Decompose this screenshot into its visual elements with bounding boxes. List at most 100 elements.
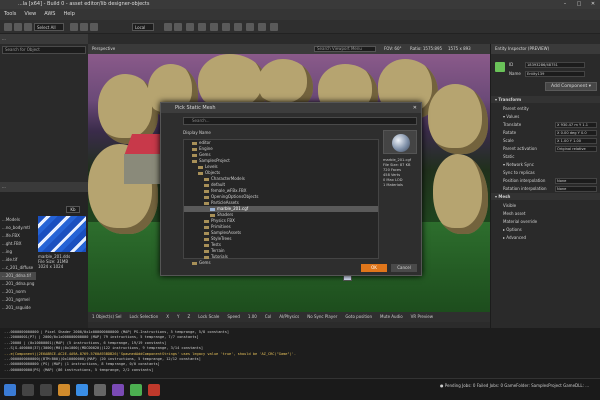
id-field: 18393286/48751 xyxy=(525,61,585,68)
asset-list-item[interactable]: ...ing xyxy=(0,248,36,256)
inspector-property-row[interactable]: Static xyxy=(491,153,600,160)
inspector-property-row[interactable]: Parent entity xyxy=(491,105,600,112)
file-explorer-icon[interactable] xyxy=(58,384,70,396)
property-value[interactable]: None xyxy=(555,185,597,192)
dialog-column-header[interactable]: Display Name xyxy=(183,130,211,135)
menu-help[interactable]: Help xyxy=(59,9,78,20)
sync-player-toggle[interactable]: No Sync Player xyxy=(307,312,337,322)
move-tool-icon[interactable] xyxy=(70,23,78,31)
app-icon[interactable] xyxy=(112,384,124,396)
menu-view[interactable]: View xyxy=(20,9,40,20)
lock-scale-toggle[interactable]: Lock Scale xyxy=(198,312,219,322)
asset-thumbnail[interactable] xyxy=(38,216,86,252)
property-value[interactable]: X 930.47 m Y 1.1 xyxy=(555,121,597,128)
viewport-search-input[interactable]: Search Viewport Menu xyxy=(314,46,376,52)
property-label: Parent activation xyxy=(503,146,537,151)
folder-icon xyxy=(204,177,209,181)
redo-icon[interactable] xyxy=(14,23,22,31)
inspector-section-header[interactable]: ▾ Mesh xyxy=(491,193,600,200)
vr-preview-toggle[interactable]: VR Preview xyxy=(411,312,433,322)
asset-list-item[interactable]: ...201_ngrmel xyxy=(0,296,36,304)
inspector-property-row[interactable]: ▾ Values xyxy=(491,113,600,120)
asset-list-item[interactable]: ...201_ssguide xyxy=(0,304,36,312)
asset-list-item[interactable]: ...201_ddna.tif xyxy=(0,272,36,280)
folder-tree-label: SamplesAssets xyxy=(211,230,242,235)
inspector-property-row[interactable]: Material override xyxy=(491,218,600,225)
menu-bar: Tools View AWS Help xyxy=(0,9,600,20)
inspector-property-row[interactable]: Translate X 930.47 m Y 1.1 xyxy=(491,121,600,128)
property-value[interactable]: None xyxy=(555,177,597,184)
lock-selection-toggle[interactable]: Lock Selection xyxy=(129,312,158,322)
camera-icon[interactable] xyxy=(210,23,218,31)
snap-angle-icon[interactable] xyxy=(174,23,182,31)
menu-aws[interactable]: AWS xyxy=(40,9,59,20)
asset-list-item[interactable]: ...201_norm xyxy=(0,288,36,296)
mute-audio-toggle[interactable]: Mute Audio xyxy=(380,312,403,322)
play-icon[interactable] xyxy=(258,23,266,31)
property-value[interactable]: Original relative transform xyxy=(555,145,597,152)
app-icon[interactable] xyxy=(148,384,160,396)
search-icon[interactable] xyxy=(22,384,34,396)
start-icon[interactable] xyxy=(4,384,16,396)
folder-tree-item[interactable]: Gems xyxy=(184,260,378,266)
console-log[interactable]: ...0000000000000 | Pixel Shader 2000/0x1… xyxy=(0,328,600,378)
cancel-button[interactable]: Cancel xyxy=(391,264,417,272)
inspector-property-row[interactable]: Sync to replicas xyxy=(491,169,600,176)
pick-static-mesh-dialog: Pick Static Mesh ✕ Search... Display Nam… xyxy=(160,102,422,276)
add-component-button[interactable]: Add Component ▾ xyxy=(545,82,597,91)
inspector-property-row[interactable]: ▾ Network Sync xyxy=(491,161,600,168)
inspector-property-row[interactable]: Parent activation Original relative trans… xyxy=(491,145,600,152)
dialog-close-button[interactable]: ✕ xyxy=(413,103,417,113)
ai-physics-toggle[interactable]: AI/Physics xyxy=(279,312,299,322)
folder-icon xyxy=(198,171,203,175)
asset-list-item[interactable]: ...ght.FBX xyxy=(0,240,36,248)
asset-list-item[interactable]: ...c_201_diffuse xyxy=(0,264,36,272)
snap-grid-icon[interactable] xyxy=(164,23,172,31)
dialog-search-input[interactable]: Search... xyxy=(183,117,417,125)
asset-list-item[interactable]: ...lfe.FBX xyxy=(0,232,36,240)
speed-value[interactable]: 1.00 xyxy=(248,312,257,322)
inspector-property-row[interactable]: Mesh asset xyxy=(491,210,600,217)
outliner-search-input[interactable]: Search for Object xyxy=(2,46,86,54)
app-icon[interactable] xyxy=(94,384,106,396)
inspector-property-row[interactable]: ▸ Advanced xyxy=(491,234,600,241)
asset-list-item[interactable]: ...no_body.mtl xyxy=(0,224,36,232)
select-mode-dropdown[interactable]: Select All xyxy=(34,23,64,31)
grid-icon[interactable] xyxy=(222,23,230,31)
property-value[interactable]: X 1.00 Y 1.00 xyxy=(555,137,597,144)
asset-list-item[interactable]: ...201_ddna.png xyxy=(0,280,36,288)
lighting-icon[interactable] xyxy=(234,23,242,31)
property-value[interactable]: X 0.00 deg Y 0.0 xyxy=(555,129,597,136)
undo-icon[interactable] xyxy=(4,23,12,31)
terrain-icon[interactable] xyxy=(186,23,194,31)
layers-icon[interactable] xyxy=(198,23,206,31)
minimize-button[interactable]: – xyxy=(558,0,572,9)
inspector-property-row[interactable]: Visible xyxy=(491,202,600,209)
collision-toggle[interactable]: Col xyxy=(265,312,271,322)
link-icon[interactable] xyxy=(24,23,32,31)
close-button[interactable]: ✕ xyxy=(586,0,600,9)
inspector-section-header[interactable]: ▾ Transform xyxy=(491,96,600,103)
asset-filter-dropdown[interactable]: Kb xyxy=(66,206,80,213)
name-field[interactable]: Entity139 xyxy=(525,70,585,77)
inspector-property-row[interactable]: Rotation interpolation None xyxy=(491,185,600,192)
inspector-property-row[interactable]: ▸ Options xyxy=(491,226,600,233)
inspector-property-row[interactable]: Rotate X 0.00 deg Y 0.0 xyxy=(491,129,600,136)
coord-mode-dropdown[interactable]: Local xyxy=(132,23,154,31)
ok-button[interactable]: OK xyxy=(361,264,387,272)
asset-list-item[interactable]: ...ide.tif xyxy=(0,256,36,264)
maximize-button[interactable]: □ xyxy=(572,0,586,9)
physics-icon[interactable] xyxy=(246,23,254,31)
goto-position-button[interactable]: Goto position xyxy=(345,312,372,322)
inspector-property-row[interactable]: Position interpolation None xyxy=(491,177,600,184)
scale-tool-icon[interactable] xyxy=(90,23,98,31)
menu-tools[interactable]: Tools xyxy=(0,9,20,20)
task-view-icon[interactable] xyxy=(40,384,52,396)
app-icon[interactable] xyxy=(130,384,142,396)
settings-icon[interactable] xyxy=(270,23,278,31)
asset-list-item[interactable]: ...Models xyxy=(0,216,36,224)
edge-icon[interactable] xyxy=(76,384,88,396)
property-label: Rotate xyxy=(503,130,517,135)
rotate-tool-icon[interactable] xyxy=(80,23,88,31)
inspector-property-row[interactable]: Scale X 1.00 Y 1.00 xyxy=(491,137,600,144)
